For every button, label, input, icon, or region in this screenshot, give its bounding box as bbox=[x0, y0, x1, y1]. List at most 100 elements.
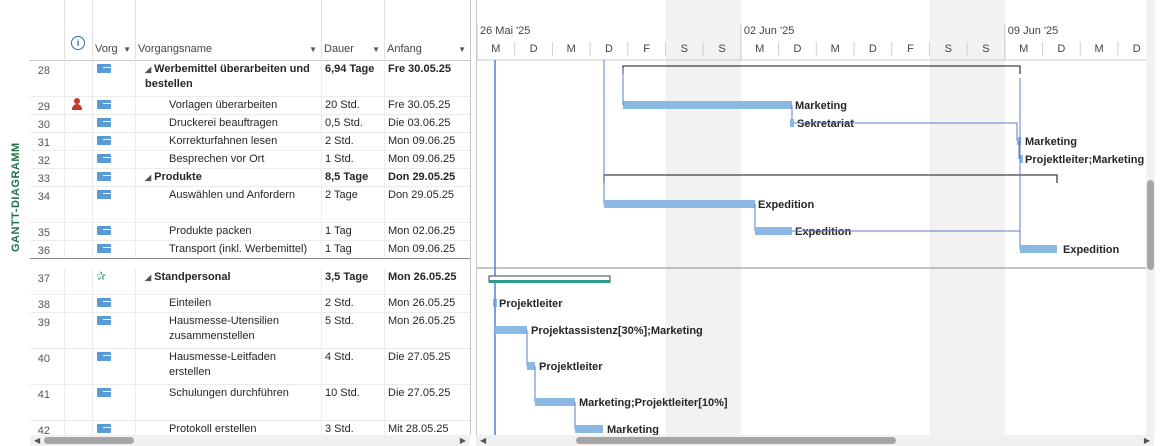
table-row[interactable]: 37 ✰ ◢ Standpersonal 3,5 Tage Mon 26.05.25 bbox=[30, 268, 470, 295]
row-duration[interactable]: 8,5 Tage bbox=[321, 168, 385, 186]
row-mode[interactable] bbox=[92, 294, 136, 312]
table-horizontal-scrollbar[interactable]: ◀ ▶ bbox=[30, 435, 470, 446]
row-mode[interactable] bbox=[92, 222, 136, 240]
row-task-name[interactable]: Auswählen und Anfordern bbox=[135, 186, 322, 222]
table-row[interactable]: 29 Vorlagen überarbeiten 20 Std. Fre 30.05.… bbox=[30, 96, 470, 115]
row-start[interactable]: Don 29.05.25 bbox=[384, 186, 470, 222]
row-start[interactable]: Fre 30.05.25 bbox=[384, 60, 470, 96]
scroll-left-icon[interactable]: ◀ bbox=[34, 435, 40, 446]
row-start[interactable]: Mon 09.06.25 bbox=[384, 150, 470, 168]
chart-scroll-thumb[interactable] bbox=[576, 437, 896, 444]
chart-horizontal-scrollbar[interactable]: ◀ ▶ bbox=[476, 435, 1154, 446]
header-mode[interactable]: Vorg ▼ bbox=[92, 0, 136, 60]
row-start[interactable]: Mon 26.05.25 bbox=[384, 312, 470, 348]
row-start[interactable]: Don 29.05.25 bbox=[384, 168, 470, 186]
task-name-text: Produkte packen bbox=[169, 225, 252, 237]
row-duration[interactable]: 6,94 Tage bbox=[321, 60, 385, 96]
row-mode[interactable] bbox=[92, 96, 136, 114]
row-mode[interactable] bbox=[92, 60, 136, 96]
table-row[interactable]: 34 Auswählen und Anfordern 2 Tage Don 29.05… bbox=[30, 186, 470, 223]
header-id[interactable] bbox=[30, 0, 65, 60]
table-row[interactable]: 39 Hausmesse-Utensilien zusammenstellen 5 … bbox=[30, 312, 470, 349]
row-mode[interactable] bbox=[92, 168, 136, 186]
row-task-name[interactable]: Hausmesse-Utensilien zusammenstellen bbox=[135, 312, 322, 348]
scroll-left-icon[interactable]: ◀ bbox=[480, 435, 486, 446]
table-row[interactable]: 30 Druckerei beauftragen 0,5 Std. Die 03.06… bbox=[30, 114, 470, 133]
header-start[interactable]: Anfang ▼ bbox=[384, 0, 470, 60]
row-task-name[interactable]: Druckerei beauftragen bbox=[135, 114, 322, 132]
row-mode[interactable] bbox=[92, 114, 136, 132]
row-start[interactable]: Fre 30.05.25 bbox=[384, 96, 470, 114]
row-start[interactable]: Die 27.05.25 bbox=[384, 348, 470, 384]
row-duration[interactable]: 5 Std. bbox=[321, 312, 385, 348]
row-task-name[interactable]: Einteilen bbox=[135, 294, 322, 312]
table-row[interactable]: 32 Besprechen vor Ort 1 Std. Mon 09.06.25 bbox=[30, 150, 470, 169]
auto-scheduled-task-icon bbox=[97, 424, 112, 433]
table-scroll-thumb[interactable] bbox=[44, 437, 134, 444]
row-mode[interactable] bbox=[92, 348, 136, 384]
chevron-down-icon[interactable]: ▼ bbox=[458, 45, 466, 54]
row-id-text: 29 bbox=[37, 101, 50, 113]
row-start[interactable]: Mon 26.05.25 bbox=[384, 268, 470, 294]
table-row[interactable]: 36 Transport (inkl. Werbemittel) 1 Tag Mon … bbox=[30, 240, 470, 259]
scroll-right-icon[interactable]: ▶ bbox=[460, 435, 466, 446]
collapse-triangle-icon[interactable]: ◢ bbox=[145, 173, 151, 182]
row-duration[interactable]: 2 Std. bbox=[321, 132, 385, 150]
row-duration[interactable]: 20 Std. bbox=[321, 96, 385, 114]
row-duration[interactable]: 1 Tag bbox=[321, 222, 385, 240]
table-row[interactable]: 41 Schulungen durchführen 10 Std. Die 27.05… bbox=[30, 384, 470, 421]
row-task-name[interactable]: Hausmesse-Leitfaden erstellen bbox=[135, 348, 322, 384]
row-task-name[interactable]: ◢ Produkte bbox=[135, 168, 322, 186]
vertical-scrollbar[interactable] bbox=[1146, 0, 1155, 435]
row-task-name[interactable]: ◢ Werbemittel überarbeiten und bestellen bbox=[135, 60, 322, 96]
row-start[interactable]: Mon 09.06.25 bbox=[384, 240, 470, 258]
header-info[interactable]: i bbox=[64, 0, 93, 60]
row-start[interactable]: Mon 02.06.25 bbox=[384, 222, 470, 240]
row-mode[interactable] bbox=[92, 150, 136, 168]
row-duration[interactable]: 3,5 Tage bbox=[321, 268, 385, 294]
table-row[interactable]: 31 Korrekturfahnen lesen 2 Std. Mon 09.06.2… bbox=[30, 132, 470, 151]
row-task-name[interactable]: ◢ Standpersonal bbox=[135, 268, 322, 294]
table-row[interactable]: 28 ◢ Werbemittel überarbeiten und bestelle… bbox=[30, 60, 470, 97]
collapse-triangle-icon[interactable]: ◢ bbox=[145, 65, 151, 74]
scroll-right-icon[interactable]: ▶ bbox=[1144, 435, 1150, 446]
row-start[interactable]: Mon 09.06.25 bbox=[384, 132, 470, 150]
row-start[interactable]: Die 27.05.25 bbox=[384, 384, 470, 420]
row-duration[interactable]: 4 Std. bbox=[321, 348, 385, 384]
gantt-chart[interactable]: 26 Mai '25 02 Jun '25 09 Jun '25 M D M D F S S M D M… bbox=[476, 0, 1155, 435]
row-duration[interactable]: 0,5 Std. bbox=[321, 114, 385, 132]
row-duration[interactable]: 2 Std. bbox=[321, 294, 385, 312]
start-text: Mon 09.06.25 bbox=[388, 153, 456, 165]
row-id: 31 bbox=[30, 132, 65, 150]
chevron-down-icon[interactable]: ▼ bbox=[372, 45, 380, 54]
table-row[interactable]: 33 ◢ Produkte 8,5 Tage Don 29.05.25 bbox=[30, 168, 470, 187]
row-mode[interactable] bbox=[92, 132, 136, 150]
row-duration[interactable]: 2 Tage bbox=[321, 186, 385, 222]
header-name[interactable]: Vorgangsname ▼ bbox=[135, 0, 322, 60]
vertical-scroll-thumb[interactable] bbox=[1147, 180, 1154, 270]
row-task-name[interactable]: Besprechen vor Ort bbox=[135, 150, 322, 168]
row-task-name[interactable]: Vorlagen überarbeiten bbox=[135, 96, 322, 114]
row-task-name[interactable]: Transport (inkl. Werbemittel) bbox=[135, 240, 322, 258]
header-duration[interactable]: Dauer ▼ bbox=[321, 0, 385, 60]
row-task-name[interactable]: Produkte packen bbox=[135, 222, 322, 240]
table-row[interactable]: 35 Produkte packen 1 Tag Mon 02.06.25 bbox=[30, 222, 470, 241]
row-mode[interactable] bbox=[92, 186, 136, 222]
row-task-name[interactable]: Korrekturfahnen lesen bbox=[135, 132, 322, 150]
row-mode[interactable]: ✰ bbox=[92, 268, 136, 294]
auto-scheduled-task-icon bbox=[97, 100, 112, 109]
table-row[interactable]: 40 Hausmesse-Leitfaden erstellen 4 Std. Die… bbox=[30, 348, 470, 385]
row-duration[interactable]: 1 Tag bbox=[321, 240, 385, 258]
row-start[interactable]: Die 03.06.25 bbox=[384, 114, 470, 132]
collapse-triangle-icon[interactable]: ◢ bbox=[145, 273, 151, 282]
table-row[interactable]: 38 Einteilen 2 Std. Mon 26.05.25 bbox=[30, 294, 470, 313]
row-task-name[interactable]: Schulungen durchführen bbox=[135, 384, 322, 420]
row-duration[interactable]: 10 Std. bbox=[321, 384, 385, 420]
row-mode[interactable] bbox=[92, 384, 136, 420]
row-duration[interactable]: 1 Std. bbox=[321, 150, 385, 168]
row-start[interactable]: Mon 26.05.25 bbox=[384, 294, 470, 312]
chevron-down-icon[interactable]: ▼ bbox=[309, 45, 317, 54]
chevron-down-icon[interactable]: ▼ bbox=[123, 45, 131, 54]
row-mode[interactable] bbox=[92, 240, 136, 258]
row-mode[interactable] bbox=[92, 312, 136, 348]
